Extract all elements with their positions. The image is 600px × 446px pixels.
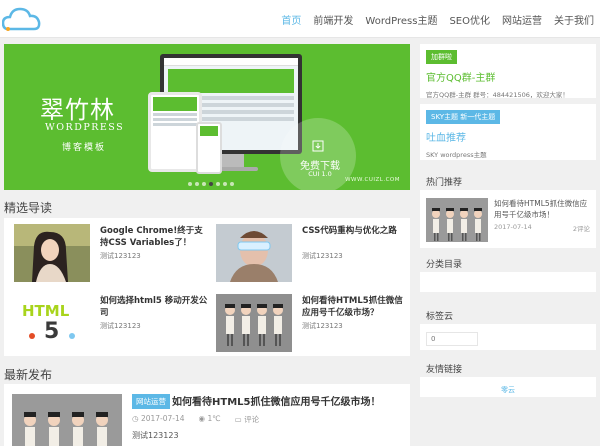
hot-date: 2017-07-14	[494, 223, 532, 231]
banner-url: WWW.CUIZL.COM	[345, 177, 400, 183]
latest-excerpt: 测试123123	[132, 431, 179, 440]
featured-title[interactable]: 如何看待HTML5抓住微信应用号千亿级市场？	[302, 295, 410, 319]
cloud-logo-icon[interactable]	[2, 5, 44, 33]
featured-meta: 测试123123	[302, 252, 343, 260]
featured-item[interactable]: HTML 5 如何选择html5 移动开发公司 测试123123	[8, 288, 208, 352]
category-badge[interactable]: 网站运营	[132, 394, 170, 409]
svg-text:5: 5	[44, 319, 59, 344]
featured-item[interactable]: Google Chrome!终于支持CSS Variables了！ 测试1231…	[8, 218, 208, 282]
tags-heading: 标签云	[426, 312, 454, 322]
slider-dot[interactable]	[230, 182, 234, 186]
post-temp: 1℃	[207, 414, 221, 423]
qq-group-widget: 加群啦 官方QQ群-主群 官方QQ群-主群 群号：484421506，欢迎大家！	[420, 44, 596, 99]
featured-title[interactable]: CSS代码重构与优化之路	[302, 225, 410, 237]
links-widget: 零云	[420, 377, 596, 397]
phone-illustration	[196, 122, 222, 174]
tablet-illustration	[148, 92, 202, 172]
hot-title[interactable]: 如何看待HTML5抓住微信应用号千亿级市场！	[494, 198, 590, 220]
featured-title[interactable]: 如何选择html5 移动开发公司	[100, 295, 208, 319]
featured-list: Google Chrome!终于支持CSS Variables了！ 测试1231…	[4, 218, 410, 356]
featured-meta: 测试123123	[100, 252, 141, 260]
featured-meta: 测试123123	[100, 322, 141, 330]
banner-wordpress: WORDPRESS	[45, 122, 125, 133]
sky-title[interactable]: 吐血推荐	[426, 129, 590, 144]
latest-heading: 最新发布	[4, 368, 53, 382]
featured-thumbnail[interactable]	[216, 224, 292, 282]
latest-meta: ◷ 2017-07-14 ◉ 1℃ ▭ 评论	[132, 414, 259, 425]
categories-widget	[420, 272, 596, 292]
featured-thumbnail[interactable]	[216, 294, 292, 352]
nav-home[interactable]: 首页	[281, 12, 301, 27]
hot-comments[interactable]: 2评论	[573, 223, 590, 233]
slider-dots[interactable]	[188, 182, 237, 186]
featured-heading: 精选导读	[4, 201, 53, 215]
post-comments[interactable]: 评论	[244, 415, 259, 424]
hot-meta: 2017-07-14 2评论	[494, 223, 590, 233]
hero-banner[interactable]: 翠竹林 WORDPRESS 博客模板 免费下载 CUI 1.0 WWW.CUIZ…	[4, 44, 410, 190]
hot-widget: 如何看待HTML5抓住微信应用号千亿级市场！ 2017-07-14 2评论	[420, 190, 596, 248]
friend-link[interactable]: 零云	[420, 385, 596, 395]
latest-title[interactable]: 如何看待HTML5抓住微信应用号千亿级市场！	[172, 393, 380, 408]
slider-dot[interactable]	[188, 182, 192, 186]
site-header: 首页 前端开发 WordPress主题 SEO优化 网站运营 关于我们	[0, 0, 600, 38]
latest-thumbnail[interactable]	[12, 394, 122, 446]
slider-dot[interactable]	[223, 182, 227, 186]
latest-post[interactable]: 网站运营 如何看待HTML5抓住微信应用号千亿级市场！ ◷ 2017-07-14…	[4, 384, 410, 446]
nav-seo[interactable]: SEO优化	[449, 12, 490, 27]
qq-desc: 官方QQ群-主群 群号：484421506，欢迎大家！	[426, 91, 569, 99]
featured-title[interactable]: Google Chrome!终于支持CSS Variables了！	[100, 225, 208, 249]
recommend-widget: SKY主题 新一代主题 吐血推荐 SKY wordpress主题	[420, 104, 596, 160]
tags-widget: 0	[420, 324, 596, 350]
svg-text:HTML: HTML	[22, 302, 70, 320]
featured-item[interactable]: CSS代码重构与优化之路 测试123123	[210, 218, 410, 282]
post-date: 2017-07-14	[140, 414, 185, 423]
comment-icon[interactable]: ▭ 评论	[235, 414, 259, 425]
qq-tag[interactable]: 加群啦	[426, 50, 457, 64]
featured-thumbnail[interactable]: HTML 5	[14, 294, 90, 352]
slider-dot[interactable]	[202, 182, 206, 186]
featured-item[interactable]: 如何看待HTML5抓住微信应用号千亿级市场？ 测试123123	[210, 288, 410, 352]
nav-about[interactable]: 关于我们	[554, 12, 594, 27]
download-icon	[312, 140, 324, 152]
sky-desc: SKY wordpress主题	[426, 151, 487, 159]
categories-heading: 分类目录	[426, 260, 463, 270]
main-nav: 首页 前端开发 WordPress主题 SEO优化 网站运营 关于我们	[269, 0, 594, 38]
thermometer-icon: ◉ 1℃	[198, 414, 221, 423]
banner-subtitle: 博客模板	[62, 143, 107, 153]
links-heading: 友情链接	[426, 365, 463, 375]
featured-thumbnail[interactable]	[14, 224, 90, 282]
banner-title: 翠竹林	[40, 96, 115, 124]
sky-tag[interactable]: SKY主题 新一代主题	[426, 110, 501, 124]
slider-dot[interactable]	[209, 182, 213, 186]
nav-operations[interactable]: 网站运营	[502, 12, 542, 27]
featured-meta: 测试123123	[302, 322, 343, 330]
slider-dot[interactable]	[216, 182, 220, 186]
hot-heading: 热门推荐	[426, 178, 463, 188]
slider-dot[interactable]	[195, 182, 199, 186]
qq-title[interactable]: 官方QQ群-主群	[426, 69, 590, 84]
nav-wordpress-themes[interactable]: WordPress主题	[365, 12, 437, 27]
tag-count[interactable]: 0	[426, 332, 478, 346]
clock-icon: ◷ 2017-07-14	[132, 414, 185, 423]
nav-frontend[interactable]: 前端开发	[313, 12, 353, 27]
version-label: CUI 1.0	[308, 170, 332, 178]
hot-thumbnail[interactable]	[426, 198, 488, 242]
